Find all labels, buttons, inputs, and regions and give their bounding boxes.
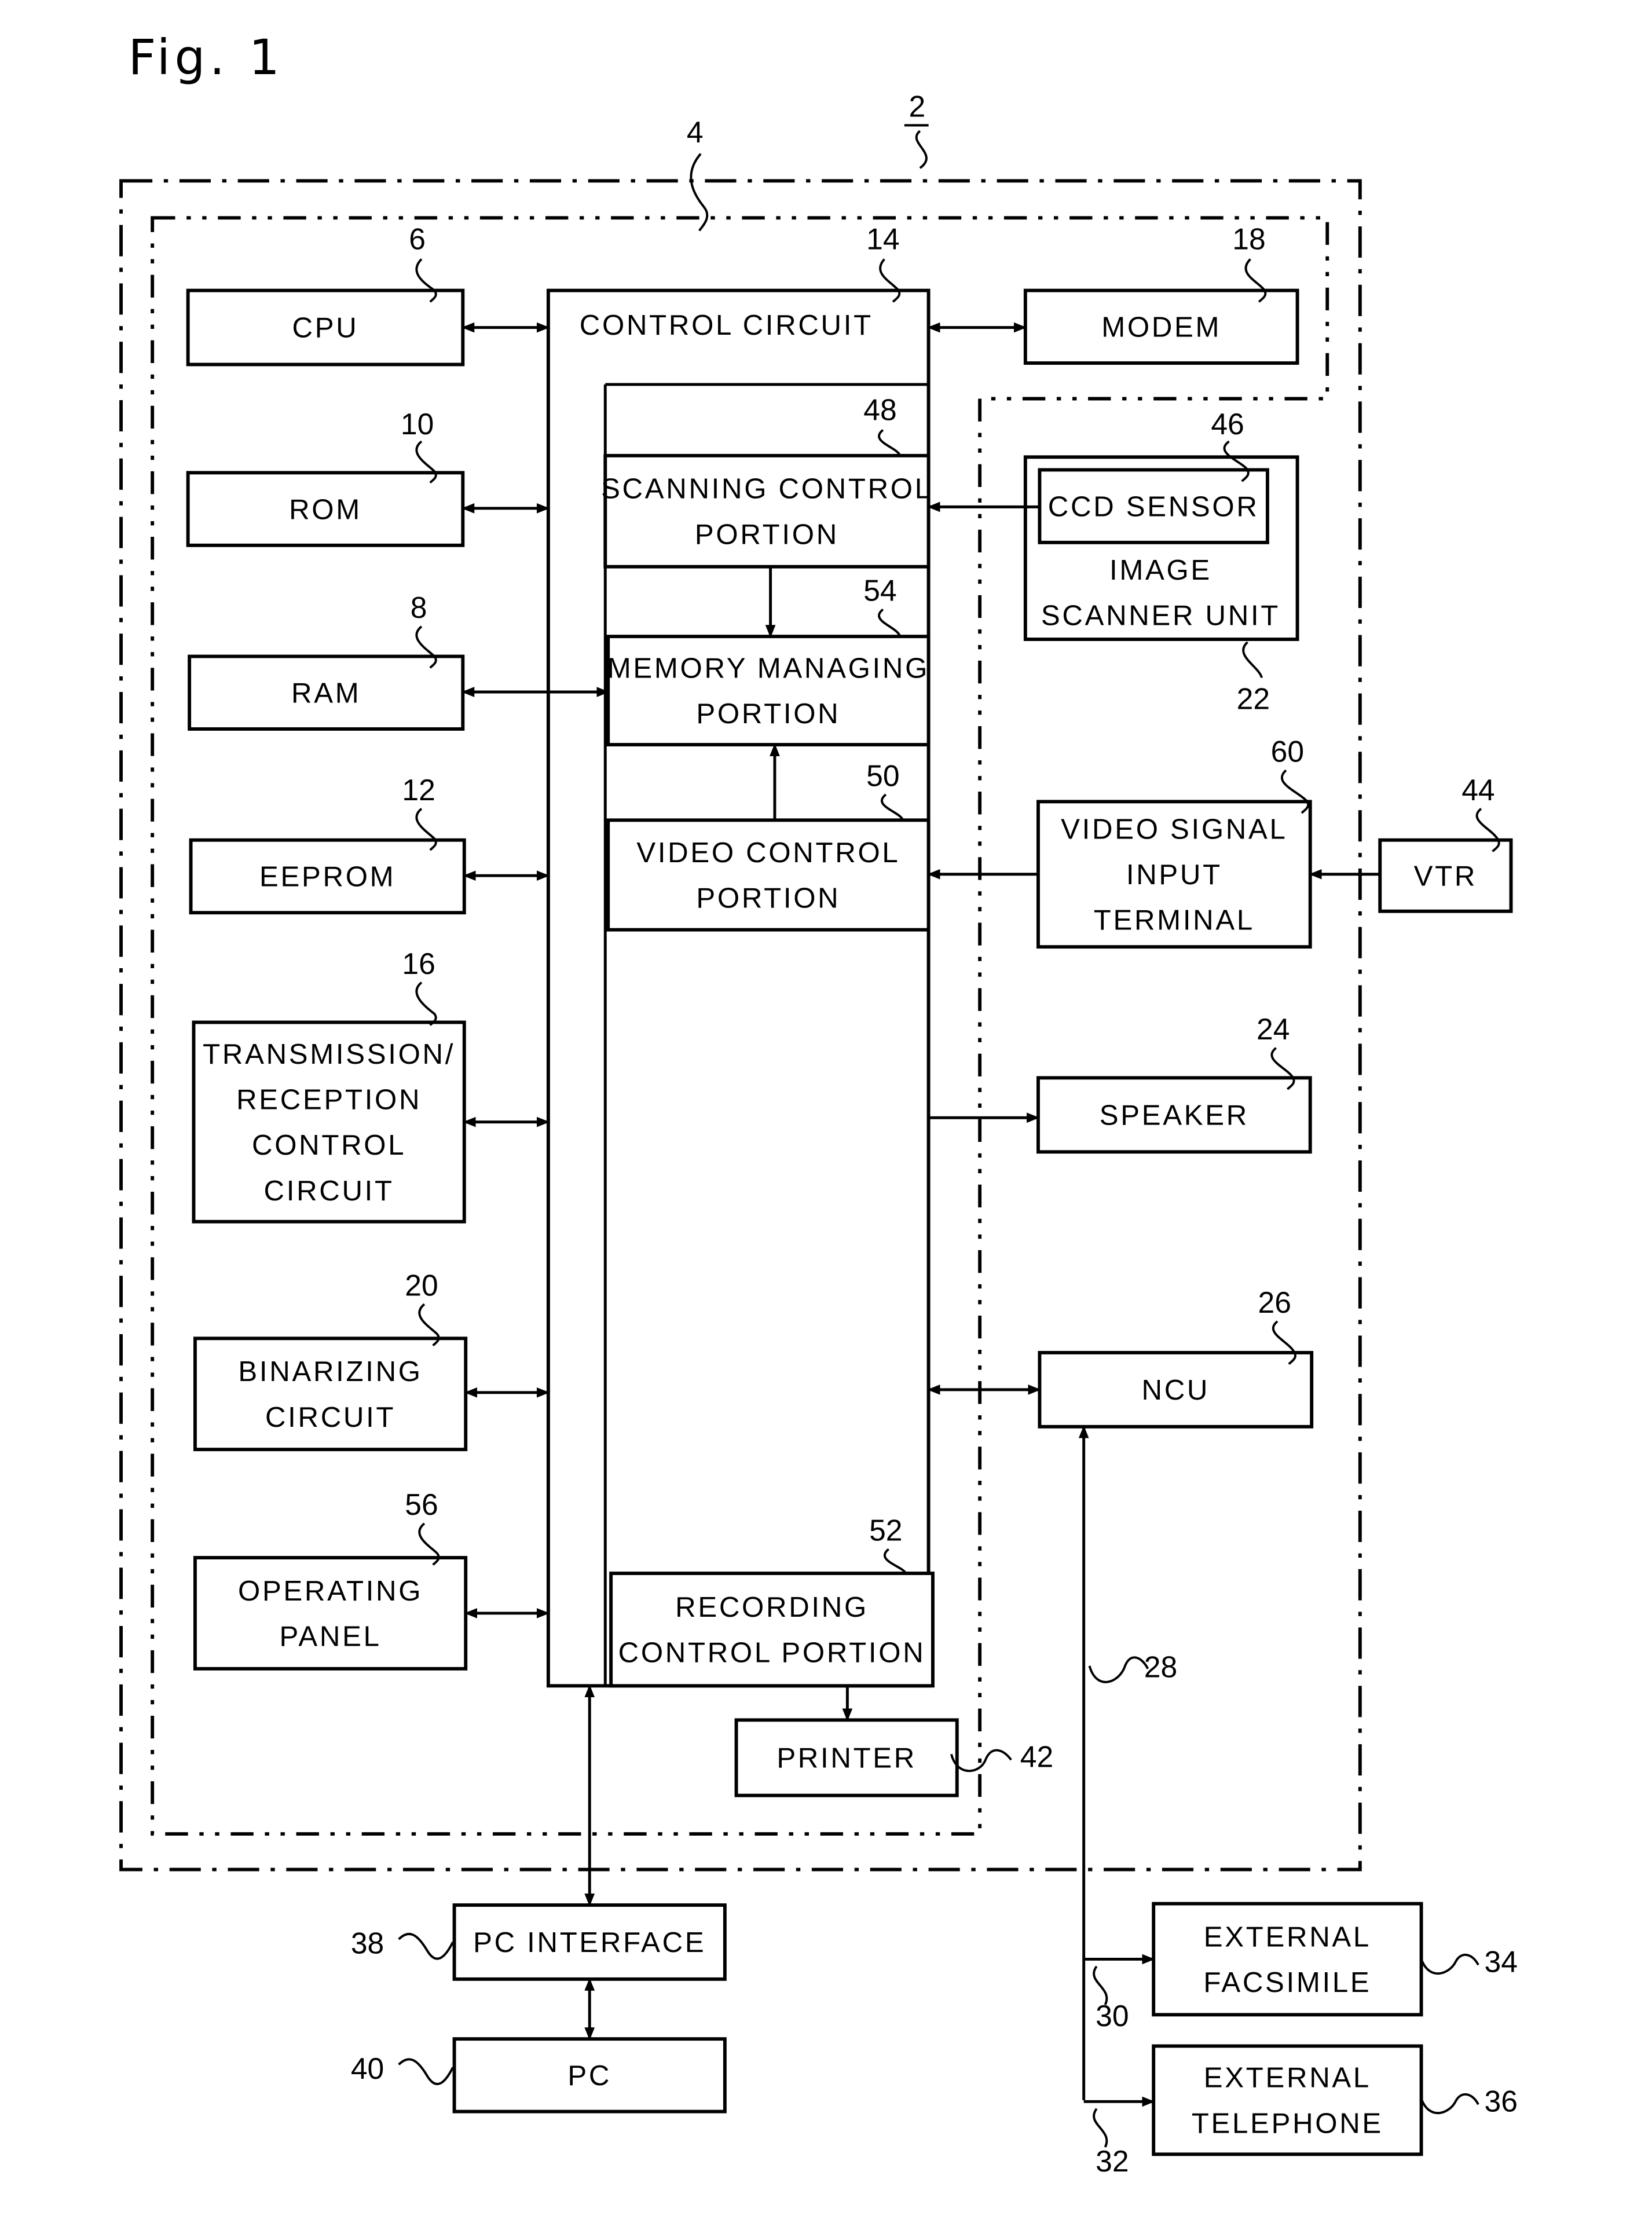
recording-block [609, 1572, 935, 1688]
ref-num-modem: 18 [1232, 222, 1265, 255]
ref-num-txrx: 16 [402, 947, 435, 980]
ncu-label: NCU [1141, 1374, 1210, 1406]
operating-panel-label: OPERATING [238, 1575, 423, 1607]
operating-panel-label: PANEL [280, 1620, 382, 1652]
ref-num-cpu: 6 [409, 222, 426, 255]
eeprom-label: EEPROM [259, 861, 395, 893]
ref-num-device: 2 [909, 90, 926, 123]
ref-num-eeprom: 12 [402, 773, 435, 807]
ref-num-vtr: 44 [1461, 773, 1495, 807]
video-input-label: VIDEO SIGNAL [1061, 813, 1287, 845]
ext-tel-label: EXTERNAL [1204, 2062, 1371, 2094]
ext-tel-label: TELEPHONE [1192, 2107, 1383, 2139]
ref-num-pc-interface: 38 [351, 1927, 384, 1960]
image-scanner-label: IMAGE [1109, 554, 1212, 586]
ref-num-recording: 52 [869, 1514, 902, 1547]
ccd-label: CCD SENSOR [1048, 490, 1259, 522]
ref-num-video-control: 50 [866, 759, 899, 792]
ref-num-ext-fax: 34 [1485, 1945, 1518, 1979]
ref-num-branch-tel: 32 [1096, 2144, 1129, 2178]
ref-num-operating-panel: 56 [405, 1488, 438, 1521]
control-circuit-label: CONTROL CIRCUIT [580, 309, 873, 341]
leader-line [1088, 1656, 1149, 1683]
image-scanner-label: SCANNER UNIT [1041, 599, 1280, 631]
memory-label: MEMORY MANAGING [607, 652, 929, 684]
memory-label: PORTION [696, 698, 840, 730]
leader-device [911, 124, 929, 169]
binarizing-label: BINARIZING [238, 1356, 422, 1387]
rom-label: ROM [289, 493, 362, 525]
ref-num-control-unit: 4 [687, 115, 704, 149]
leader-branch-tel [1093, 2108, 1108, 2148]
pc-label: PC [567, 2060, 611, 2092]
ref-num-printer: 42 [1020, 1739, 1053, 1773]
ref-num-ccd: 46 [1211, 407, 1244, 441]
cpu-label: CPU [292, 312, 359, 344]
ref-num-rom: 10 [401, 407, 434, 441]
txrx-label: RECEPTION [236, 1083, 422, 1115]
video-input-label: TERMINAL [1094, 904, 1255, 936]
ref-num-scanning: 48 [863, 393, 896, 426]
ref-num-ncu: 26 [1258, 1286, 1291, 1319]
txrx-label: CONTROL [252, 1129, 406, 1161]
ref-num-line: 28 [1144, 1650, 1177, 1684]
ref-num-ext-tel: 36 [1485, 2085, 1518, 2118]
ref-num-speaker: 24 [1257, 1012, 1290, 1046]
printer-label: PRINTER [776, 1742, 917, 1774]
ref-num-pc: 40 [351, 2052, 384, 2085]
ref-num-image-scanner: 22 [1237, 682, 1270, 716]
video-control-label: PORTION [696, 882, 840, 914]
scanning-label: PORTION [695, 518, 839, 550]
figure-title: Fig. 1 [128, 29, 284, 86]
leader-image-scanner [1242, 641, 1263, 679]
modem-label: MODEM [1101, 312, 1221, 343]
vtr-label: VTR [1414, 860, 1477, 892]
ref-num-memory: 54 [863, 574, 896, 607]
block-diagram: Fig. 1 CPU ROM RAM EEPROM TRANSMISSION/RECEP… [119, 29, 1518, 2178]
speaker-label: SPEAKER [1100, 1100, 1249, 1131]
leader-txrx [415, 982, 437, 1026]
ref-num-ram: 8 [411, 591, 427, 624]
leader-pc-interface [398, 1932, 454, 1960]
video-input-label: INPUT [1126, 859, 1222, 891]
recording-label: CONTROL PORTION [618, 1637, 926, 1669]
leader-ext-tel [1420, 2093, 1479, 2115]
ext-fax-label: EXTERNAL [1204, 1921, 1371, 1953]
ref-num-binarizing: 20 [405, 1269, 438, 1302]
leader-ext-fax [1420, 1953, 1479, 1975]
txrx-label: TRANSMISSION/ [203, 1038, 455, 1070]
ref-num-branch-fax: 30 [1096, 1999, 1129, 2032]
recording-label: RECORDING [675, 1591, 869, 1623]
ram-label: RAM [291, 677, 361, 709]
scanning-label: SCANNING CONTROL [601, 473, 933, 505]
ref-num-control-circuit: 14 [866, 222, 899, 255]
ref-num-video-input: 60 [1271, 735, 1304, 768]
pc-interface-label: PC INTERFACE [473, 1927, 706, 1958]
binarizing-label: CIRCUIT [265, 1401, 395, 1433]
ext-fax-label: FACSIMILE [1203, 1966, 1371, 1998]
txrx-label: CIRCUIT [264, 1175, 394, 1207]
video-control-label: VIDEO CONTROL [636, 837, 900, 869]
leader-pc [398, 2058, 454, 2085]
